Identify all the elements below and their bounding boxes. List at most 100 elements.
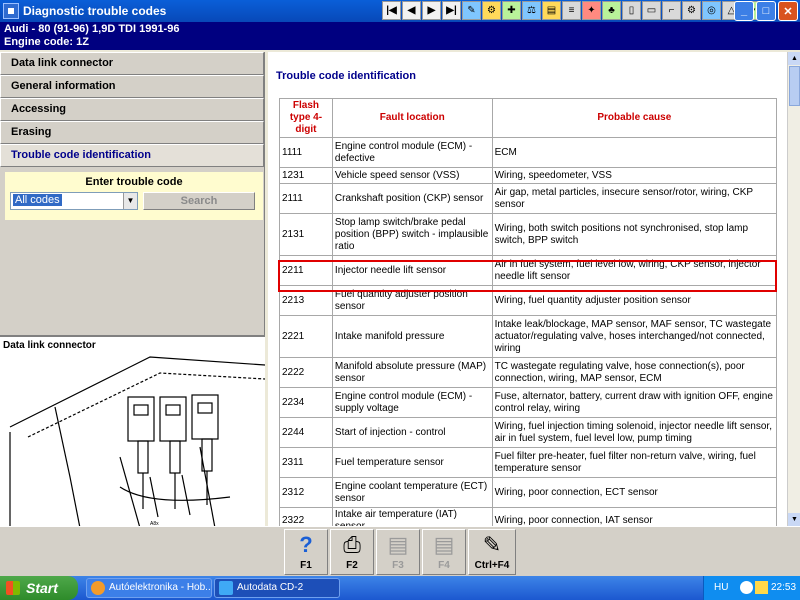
vertical-scrollbar[interactable]: ▲ ▼ [787,52,800,526]
cell-fault-location: Engine coolant temperature (ECT) sensor [331,477,493,508]
language-indicator[interactable]: HU [714,582,728,593]
cell-code: 2312 [279,477,333,508]
section-title: Trouble code identification [276,70,416,82]
sidebar-item-trouble-code-identification[interactable]: Trouble code identification [0,144,264,167]
cell-probable-cause: Intake leak/blockage, MAP sensor, MAF se… [491,315,778,358]
scroll-down-icon[interactable]: ▼ [788,513,800,526]
engine-code: Engine code: 1Z [4,36,89,48]
cell-probable-cause: Fuel filter pre-heater, fuel filter non-… [491,447,778,478]
document-icon: ▤ [433,532,455,557]
cell-probable-cause: Wiring, speedometer, VSS [491,167,778,184]
table-row: 2222 Manifold absolute pressure (MAP) se… [279,357,778,388]
tyres-icon[interactable]: ◎ [702,1,721,20]
minimize-icon[interactable]: _ [734,1,754,21]
f2-print-button[interactable]: ⎙ F2 [330,529,374,575]
app-icon [3,3,19,19]
tune-up-icon[interactable]: ⚙ [482,1,501,20]
help-question-icon: ? [299,532,313,557]
cell-fault-location: Fuel temperature sensor [331,447,493,478]
sidebar-item-accessing[interactable]: Accessing [0,98,264,121]
cell-probable-cause: Fuse, alternator, battery, current draw … [491,387,778,418]
entry-title: Enter trouble code [85,176,183,188]
vehicle-model: Audi - 80 (91-96) 1,9D TDI 1991-96 [4,23,180,35]
maximize-icon[interactable]: □ [756,1,776,21]
trouble-code-entry: Enter trouble code All codes ▼ Search [5,172,263,220]
f4-button[interactable]: ▤ F4 [422,529,466,575]
table-row: 2111 Crankshaft position (CKP) sensor Ai… [279,183,778,214]
scroll-up-icon[interactable]: ▲ [788,52,800,65]
previous-record-icon[interactable]: ◀ [402,1,421,20]
repair-times-icon[interactable]: ⚖ [522,1,541,20]
wiring-icon[interactable]: ✦ [582,1,601,20]
clock: 22:53 [771,582,797,593]
trouble-code-table: Flash type 4-digit Fault location Probab… [279,98,778,526]
title-bar: Diagnostic trouble codes |◀ ◀ ▶ ▶| ✎ ⚙ ✚… [0,0,800,22]
cell-code: 1111 [279,137,333,168]
cell-probable-cause: ECM [491,137,778,168]
cell-code: 2311 [279,447,333,478]
f1-label: F1 [300,560,312,571]
vehicle-header: Audi - 80 (91-96) 1,9D TDI 1991-96 Engin… [0,22,800,50]
ctrl-f4-notes-button[interactable]: ✎ Ctrl+F4 [468,529,516,575]
main-content: Trouble code identification Flash type 4… [268,52,787,526]
cell-code: 2221 [279,315,333,358]
belts-icon[interactable]: ≡ [562,1,581,20]
document-icon: ▤ [387,532,409,557]
table-header-row: Flash type 4-digit Fault location Probab… [279,98,778,138]
column-header-fault-location: Fault location [331,98,493,138]
sidebar-item-general-information[interactable]: General information [0,75,264,98]
taskbar-item-autodata[interactable]: Autodata CD-2 [214,578,340,598]
folder-icon[interactable]: ▭ [642,1,661,20]
start-button[interactable]: Start [0,576,78,600]
f3-button[interactable]: ▤ F3 [376,529,420,575]
windows-logo-icon [6,581,20,595]
cell-probable-cause: Wiring, both switch positions not synchr… [491,213,778,256]
printer-icon: ⎙ [343,532,361,557]
security-icon[interactable] [755,581,768,594]
settings-icon[interactable]: ⚙ [682,1,701,20]
scroll-thumb[interactable] [789,66,800,106]
f1-help-button[interactable]: ? F1 [284,529,328,575]
ctrl-f4-label: Ctrl+F4 [474,560,510,571]
window-controls: _ □ ✕ [734,1,798,21]
taskbar-item-label: Autóelektronika - Hob... [109,582,212,593]
cell-probable-cause: TC wastegate regulating valve, hose conn… [491,357,778,388]
f2-label: F2 [346,560,358,571]
search-button[interactable]: Search [143,192,255,210]
connector-label: Data link connector [3,340,96,351]
sidebar-item-erasing[interactable]: Erasing [0,121,264,144]
chevron-down-icon[interactable]: ▼ [123,193,137,209]
cell-fault-location: Manifold absolute pressure (MAP) sensor [331,357,493,388]
table-row: 2244 Start of injection - control Wiring… [279,417,778,448]
cell-fault-location: Start of injection - control [331,417,493,448]
column-header-probable-cause: Probable cause [491,98,778,138]
vehicle-select-icon[interactable]: ✎ [462,1,481,20]
cell-probable-cause: Wiring, fuel injection timing solenoid, … [491,417,778,448]
table-row: 2131 Stop lamp switch/brake pedal positi… [279,213,778,256]
document-icon[interactable]: ▯ [622,1,641,20]
cell-fault-location: Crankshaft position (CKP) sensor [331,183,493,214]
components-icon[interactable]: ♣ [602,1,621,20]
key-icon[interactable]: ⌐ [662,1,681,20]
close-icon[interactable]: ✕ [778,1,798,21]
cell-fault-location: Intake air temperature (IAT) sensor [331,507,493,526]
first-record-icon[interactable]: |◀ [382,1,401,20]
service-icon[interactable]: ✚ [502,1,521,20]
taskbar-item-browser[interactable]: Autóelektronika - Hob... [86,578,212,598]
firefox-icon [91,581,105,595]
cell-fault-location: Intake manifold pressure [331,315,493,358]
cell-code: 2111 [279,183,333,214]
taskbar-item-label: Autodata CD-2 [237,582,304,593]
diagnosis-icon[interactable]: ▤ [542,1,561,20]
toolbar: |◀ ◀ ▶ ▶| ✎ ⚙ ✚ ⚖ ▤ ≡ ✦ ♣ ▯ ▭ ⌐ ⚙ ◎ △ ▰ [382,1,761,20]
sidebar-item-data-link-connector[interactable]: Data link connector [0,52,264,75]
next-record-icon[interactable]: ▶ [422,1,441,20]
trouble-code-select[interactable]: All codes ▼ [10,192,138,210]
connector-diagram: A8x [9,356,265,526]
network-icon[interactable] [740,581,753,594]
trouble-code-select-value: All codes [13,194,62,206]
connector-diagram-panel: A8x Data link connector [0,335,265,526]
table-row: 2311 Fuel temperature sensor Fuel filter… [279,447,778,478]
cell-code: 2222 [279,357,333,388]
last-record-icon[interactable]: ▶| [442,1,461,20]
